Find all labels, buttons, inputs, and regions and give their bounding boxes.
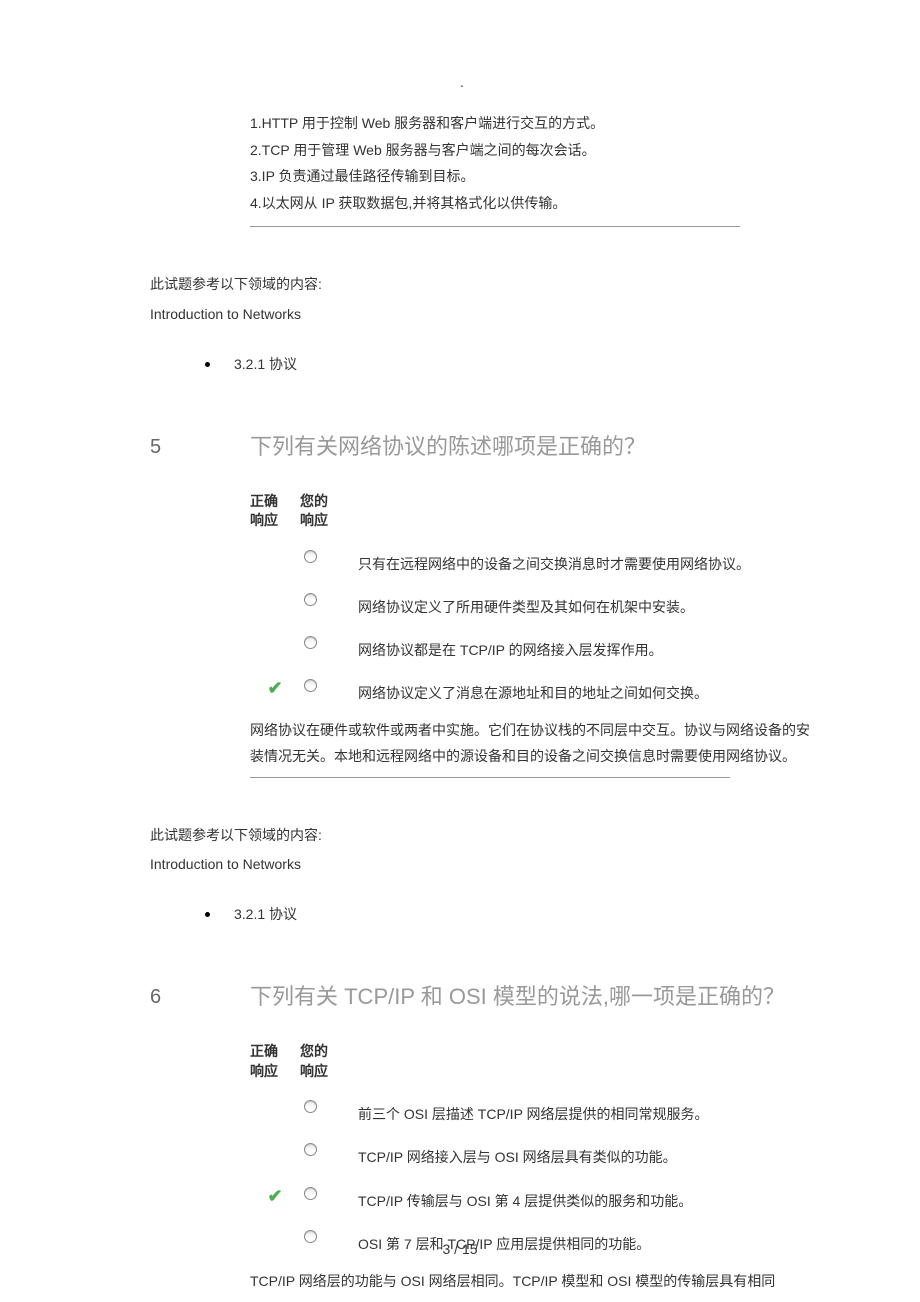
correct-indicator (250, 546, 300, 550)
header-correct: 正确 响应 (250, 492, 300, 531)
option-text: 网络协议定义了所用硬件类型及其如何在机架中安装。 (350, 589, 840, 620)
radio-icon (304, 550, 317, 563)
explanation-text: TCP/IP 网络层的功能与 OSI 网络层相同。TCP/IP 模型和 OSI … (250, 1269, 840, 1294)
radio-icon (304, 636, 317, 649)
answer-option: ✔ TCP/IP 传输层与 OSI 第 4 层提供类似的服务和功能。 (250, 1183, 840, 1214)
page-footer: 3 / 15 (0, 1237, 920, 1262)
your-response[interactable] (300, 1183, 350, 1200)
bullet-icon (205, 912, 210, 917)
explanation-line: 2.TCP 用于管理 Web 服务器与客户端之间的每次会话。 (250, 137, 840, 164)
answer-option: 只有在远程网络中的设备之间交换消息时才需要使用网络协议。 (250, 546, 840, 577)
option-text: 只有在远程网络中的设备之间交换消息时才需要使用网络协议。 (350, 546, 840, 577)
radio-icon (304, 1100, 317, 1113)
option-text: TCP/IP 传输层与 OSI 第 4 层提供类似的服务和功能。 (350, 1183, 840, 1214)
answer-header: 正确 响应 您的 响应 (250, 1042, 840, 1081)
radio-icon (304, 679, 317, 692)
question-title: 下列有关网络协议的陈述哪项是正确的？ (250, 427, 840, 467)
main-content: 1.HTTP 用于控制 Web 服务器和客户端进行交互的方式。 2.TCP 用于… (0, 0, 920, 1294)
your-response[interactable] (300, 546, 350, 563)
your-response[interactable] (300, 1139, 350, 1156)
correct-indicator (250, 632, 300, 636)
checkmark-icon: ✔ (267, 679, 282, 697)
radio-icon (304, 593, 317, 606)
your-response[interactable] (300, 632, 350, 649)
your-response[interactable] (300, 589, 350, 606)
reference-section-2: 此试题参考以下领域的内容: Introduction to Networks 3… (150, 823, 840, 928)
reference-bullet: 3.2.1 协议 (205, 902, 840, 927)
separator-line (250, 777, 730, 778)
question-body: 下列有关网络协议的陈述哪项是正确的？ 正确 响应 您的 响应 只有在远程网络中的… (250, 427, 840, 778)
question-title: 下列有关 TCP/IP 和 OSI 模型的说法,哪一项是正确的？ (250, 977, 840, 1017)
bullet-icon (205, 362, 210, 367)
header-correct: 正确 响应 (250, 1042, 300, 1081)
answer-option: TCP/IP 网络接入层与 OSI 网络层具有类似的功能。 (250, 1139, 840, 1170)
explanation-line: 4.以太网从 IP 获取数据包,并将其格式化以供传输。 (250, 190, 840, 217)
separator-line (250, 226, 740, 227)
header-your: 您的 响应 (300, 1042, 350, 1081)
page-marker: . (460, 70, 464, 95)
reference-course: Introduction to Networks (150, 302, 840, 327)
explanation-line: 1.HTTP 用于控制 Web 服务器和客户端进行交互的方式。 (250, 110, 840, 137)
correct-indicator (250, 1139, 300, 1143)
correct-indicator (250, 1096, 300, 1100)
header-your: 您的 响应 (300, 492, 350, 531)
your-response[interactable] (300, 1096, 350, 1113)
radio-icon (304, 1187, 317, 1200)
explanation-text: 网络协议在硬件或软件或两者中实施。它们在协议栈的不同层中交互。协议与网络设备的安… (250, 718, 840, 768)
option-text: 网络协议定义了消息在源地址和目的地址之间如何交换。 (350, 675, 840, 706)
question-number: 5 (150, 427, 250, 778)
correct-indicator (250, 589, 300, 593)
bullet-text: 3.2.1 协议 (234, 352, 297, 377)
answer-header: 正确 响应 您的 响应 (250, 492, 840, 531)
explanation-line: 3.IP 负责通过最佳路径传输到目标。 (250, 163, 840, 190)
reference-course: Introduction to Networks (150, 852, 840, 877)
answer-table: 正确 响应 您的 响应 只有在远程网络中的设备之间交换消息时才需要使用网络协议。 (250, 492, 840, 778)
answer-option: 网络协议定义了所用硬件类型及其如何在机架中安装。 (250, 589, 840, 620)
correct-indicator: ✔ (250, 1183, 300, 1205)
reference-section-1: 此试题参考以下领域的内容: Introduction to Networks 3… (150, 272, 840, 377)
option-text: TCP/IP 网络接入层与 OSI 网络层具有类似的功能。 (350, 1139, 840, 1170)
answer-option: 前三个 OSI 层描述 TCP/IP 网络层提供的相同常规服务。 (250, 1096, 840, 1127)
your-response[interactable] (300, 675, 350, 692)
reference-intro: 此试题参考以下领域的内容: (150, 823, 840, 848)
answer-option: ✔ 网络协议定义了消息在源地址和目的地址之间如何交换。 (250, 675, 840, 706)
top-explanation: 1.HTTP 用于控制 Web 服务器和客户端进行交互的方式。 2.TCP 用于… (250, 110, 840, 216)
option-text: 网络协议都是在 TCP/IP 的网络接入层发挥作用。 (350, 632, 840, 663)
radio-icon (304, 1143, 317, 1156)
question-5: 5 下列有关网络协议的陈述哪项是正确的？ 正确 响应 您的 响应 (150, 427, 840, 778)
reference-bullet: 3.2.1 协议 (205, 352, 840, 377)
page-number: 3 / 15 (442, 1241, 477, 1257)
answer-option: 网络协议都是在 TCP/IP 的网络接入层发挥作用。 (250, 632, 840, 663)
bullet-text: 3.2.1 协议 (234, 902, 297, 927)
reference-intro: 此试题参考以下领域的内容: (150, 272, 840, 297)
option-text: 前三个 OSI 层描述 TCP/IP 网络层提供的相同常规服务。 (350, 1096, 840, 1127)
checkmark-icon: ✔ (267, 1187, 282, 1205)
correct-indicator: ✔ (250, 675, 300, 697)
correct-indicator (250, 1226, 300, 1230)
